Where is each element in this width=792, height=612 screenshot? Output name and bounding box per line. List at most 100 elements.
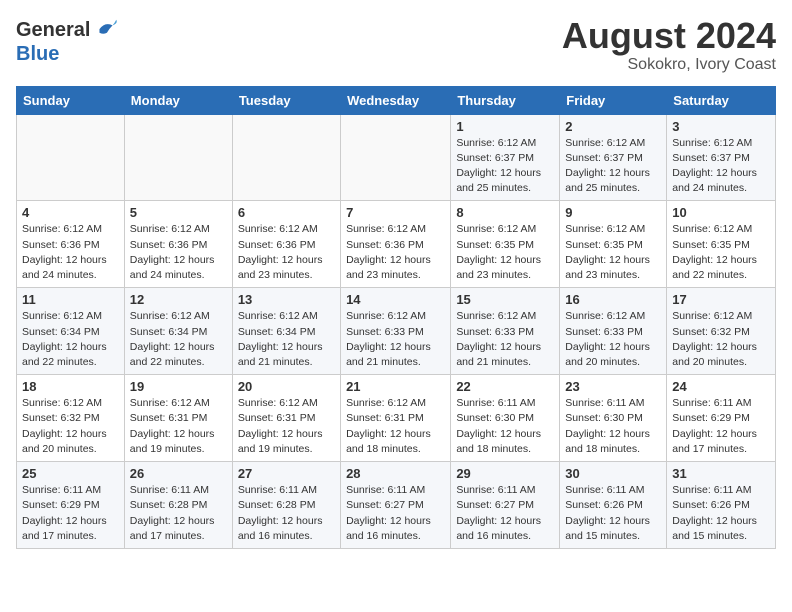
weekday-header-thursday: Thursday	[451, 86, 560, 114]
calendar-cell	[232, 114, 340, 201]
logo-general: General	[16, 19, 90, 41]
calendar-cell: 2 Sunrise: 6:12 AM Sunset: 6:37 PM Daylig…	[560, 114, 667, 201]
day-detail: Sunrise: 6:12 AM Sunset: 6:31 PM Dayligh…	[346, 396, 445, 457]
month-year: August 2024	[562, 16, 776, 56]
calendar-week-2: 4Sunrise: 6:12 AM Sunset: 6:36 PM Daylig…	[17, 201, 776, 288]
calendar-cell	[124, 114, 232, 201]
calendar-cell: 20 Sunrise: 6:12 AM Sunset: 6:31 PM Dayli…	[232, 375, 340, 462]
day-number: 24	[672, 379, 770, 394]
calendar-cell: 29 Sunrise: 6:11 AM Sunset: 6:27 PM Dayli…	[451, 462, 560, 549]
location: Sokokro, Ivory Coast	[562, 56, 776, 74]
day-detail: Sunrise: 6:12 AM Sunset: 6:35 PM Dayligh…	[565, 222, 661, 283]
day-detail: Sunrise: 6:12 AM Sunset: 6:36 PM Dayligh…	[22, 222, 119, 283]
calendar-cell: 21 Sunrise: 6:12 AM Sunset: 6:31 PM Dayli…	[341, 375, 451, 462]
day-detail: Sunrise: 6:12 AM Sunset: 6:32 PM Dayligh…	[672, 309, 770, 370]
calendar-cell: 19 Sunrise: 6:12 AM Sunset: 6:31 PM Dayli…	[124, 375, 232, 462]
calendar-cell: 25Sunrise: 6:11 AM Sunset: 6:29 PM Dayli…	[17, 462, 125, 549]
day-detail: Sunrise: 6:12 AM Sunset: 6:36 PM Dayligh…	[238, 222, 335, 283]
day-number: 3	[672, 119, 770, 134]
calendar-cell	[341, 114, 451, 201]
day-detail: Sunrise: 6:11 AM Sunset: 6:26 PM Dayligh…	[565, 483, 661, 544]
calendar-cell: 18Sunrise: 6:12 AM Sunset: 6:32 PM Dayli…	[17, 375, 125, 462]
logo: General Blue	[16, 16, 120, 64]
day-detail: Sunrise: 6:11 AM Sunset: 6:27 PM Dayligh…	[456, 483, 554, 544]
calendar-cell: 11 Sunrise: 6:12 AM Sunset: 6:34 PM Dayli…	[17, 288, 125, 375]
calendar-cell: 7 Sunrise: 6:12 AM Sunset: 6:36 PM Daylig…	[341, 201, 451, 288]
day-number: 20	[238, 379, 335, 394]
day-detail: Sunrise: 6:12 AM Sunset: 6:33 PM Dayligh…	[565, 309, 661, 370]
calendar-cell: 17Sunrise: 6:12 AM Sunset: 6:32 PM Dayli…	[667, 288, 776, 375]
day-number: 11	[22, 292, 119, 307]
day-number: 27	[238, 466, 335, 481]
day-detail: Sunrise: 6:11 AM Sunset: 6:27 PM Dayligh…	[346, 483, 445, 544]
day-number: 13	[238, 292, 335, 307]
day-detail: Sunrise: 6:12 AM Sunset: 6:31 PM Dayligh…	[130, 396, 227, 457]
calendar-cell: 4Sunrise: 6:12 AM Sunset: 6:36 PM Daylig…	[17, 201, 125, 288]
day-number: 9	[565, 205, 661, 220]
day-number: 26	[130, 466, 227, 481]
day-detail: Sunrise: 6:11 AM Sunset: 6:29 PM Dayligh…	[22, 483, 119, 544]
day-detail: Sunrise: 6:11 AM Sunset: 6:28 PM Dayligh…	[130, 483, 227, 544]
day-number: 22	[456, 379, 554, 394]
weekday-header-saturday: Saturday	[667, 86, 776, 114]
calendar-cell: 3 Sunrise: 6:12 AM Sunset: 6:37 PM Daylig…	[667, 114, 776, 201]
day-detail: Sunrise: 6:11 AM Sunset: 6:28 PM Dayligh…	[238, 483, 335, 544]
day-number: 28	[346, 466, 445, 481]
day-detail: Sunrise: 6:11 AM Sunset: 6:29 PM Dayligh…	[672, 396, 770, 457]
calendar-cell: 26 Sunrise: 6:11 AM Sunset: 6:28 PM Dayli…	[124, 462, 232, 549]
day-detail: Sunrise: 6:12 AM Sunset: 6:32 PM Dayligh…	[22, 396, 119, 457]
day-number: 15	[456, 292, 554, 307]
day-detail: Sunrise: 6:12 AM Sunset: 6:35 PM Dayligh…	[456, 222, 554, 283]
title-area: August 2024 Sokokro, Ivory Coast	[562, 16, 776, 74]
day-number: 30	[565, 466, 661, 481]
day-number: 19	[130, 379, 227, 394]
day-number: 23	[565, 379, 661, 394]
day-number: 2	[565, 119, 661, 134]
day-detail: Sunrise: 6:12 AM Sunset: 6:37 PM Dayligh…	[456, 136, 554, 197]
day-number: 29	[456, 466, 554, 481]
calendar-week-1: 1 Sunrise: 6:12 AM Sunset: 6:37 PM Daylig…	[17, 114, 776, 201]
calendar-body: 1 Sunrise: 6:12 AM Sunset: 6:37 PM Daylig…	[17, 114, 776, 548]
calendar-week-3: 11 Sunrise: 6:12 AM Sunset: 6:34 PM Dayli…	[17, 288, 776, 375]
calendar-cell: 15 Sunrise: 6:12 AM Sunset: 6:33 PM Dayli…	[451, 288, 560, 375]
logo-bird-icon	[92, 16, 120, 44]
day-detail: Sunrise: 6:12 AM Sunset: 6:34 PM Dayligh…	[22, 309, 119, 370]
day-number: 1	[456, 119, 554, 134]
weekday-header-tuesday: Tuesday	[232, 86, 340, 114]
day-detail: Sunrise: 6:12 AM Sunset: 6:37 PM Dayligh…	[672, 136, 770, 197]
day-number: 5	[130, 205, 227, 220]
day-number: 31	[672, 466, 770, 481]
calendar-cell: 27 Sunrise: 6:11 AM Sunset: 6:28 PM Dayli…	[232, 462, 340, 549]
calendar-week-5: 25Sunrise: 6:11 AM Sunset: 6:29 PM Dayli…	[17, 462, 776, 549]
calendar-cell: 1 Sunrise: 6:12 AM Sunset: 6:37 PM Daylig…	[451, 114, 560, 201]
calendar-cell: 16 Sunrise: 6:12 AM Sunset: 6:33 PM Dayli…	[560, 288, 667, 375]
day-detail: Sunrise: 6:12 AM Sunset: 6:34 PM Dayligh…	[238, 309, 335, 370]
day-detail: Sunrise: 6:12 AM Sunset: 6:34 PM Dayligh…	[130, 309, 227, 370]
calendar-cell: 13 Sunrise: 6:12 AM Sunset: 6:34 PM Dayli…	[232, 288, 340, 375]
day-detail: Sunrise: 6:12 AM Sunset: 6:31 PM Dayligh…	[238, 396, 335, 457]
calendar-cell: 8Sunrise: 6:12 AM Sunset: 6:35 PM Daylig…	[451, 201, 560, 288]
calendar-cell: 14 Sunrise: 6:12 AM Sunset: 6:33 PM Dayli…	[341, 288, 451, 375]
day-number: 6	[238, 205, 335, 220]
day-number: 12	[130, 292, 227, 307]
calendar-cell: 24 Sunrise: 6:11 AM Sunset: 6:29 PM Dayli…	[667, 375, 776, 462]
weekday-header-friday: Friday	[560, 86, 667, 114]
day-detail: Sunrise: 6:12 AM Sunset: 6:37 PM Dayligh…	[565, 136, 661, 197]
calendar-cell	[17, 114, 125, 201]
calendar-cell: 30 Sunrise: 6:11 AM Sunset: 6:26 PM Dayli…	[560, 462, 667, 549]
calendar-cell: 22Sunrise: 6:11 AM Sunset: 6:30 PM Dayli…	[451, 375, 560, 462]
day-number: 14	[346, 292, 445, 307]
calendar-cell: 5 Sunrise: 6:12 AM Sunset: 6:36 PM Daylig…	[124, 201, 232, 288]
day-number: 7	[346, 205, 445, 220]
header: General Blue August 2024 Sokokro, Ivory …	[16, 16, 776, 74]
day-detail: Sunrise: 6:12 AM Sunset: 6:36 PM Dayligh…	[130, 222, 227, 283]
day-number: 16	[565, 292, 661, 307]
day-detail: Sunrise: 6:12 AM Sunset: 6:35 PM Dayligh…	[672, 222, 770, 283]
calendar-cell: 28 Sunrise: 6:11 AM Sunset: 6:27 PM Dayli…	[341, 462, 451, 549]
day-detail: Sunrise: 6:12 AM Sunset: 6:33 PM Dayligh…	[346, 309, 445, 370]
day-number: 21	[346, 379, 445, 394]
day-detail: Sunrise: 6:12 AM Sunset: 6:36 PM Dayligh…	[346, 222, 445, 283]
day-detail: Sunrise: 6:12 AM Sunset: 6:33 PM Dayligh…	[456, 309, 554, 370]
calendar-cell: 10Sunrise: 6:12 AM Sunset: 6:35 PM Dayli…	[667, 201, 776, 288]
day-detail: Sunrise: 6:11 AM Sunset: 6:30 PM Dayligh…	[565, 396, 661, 457]
